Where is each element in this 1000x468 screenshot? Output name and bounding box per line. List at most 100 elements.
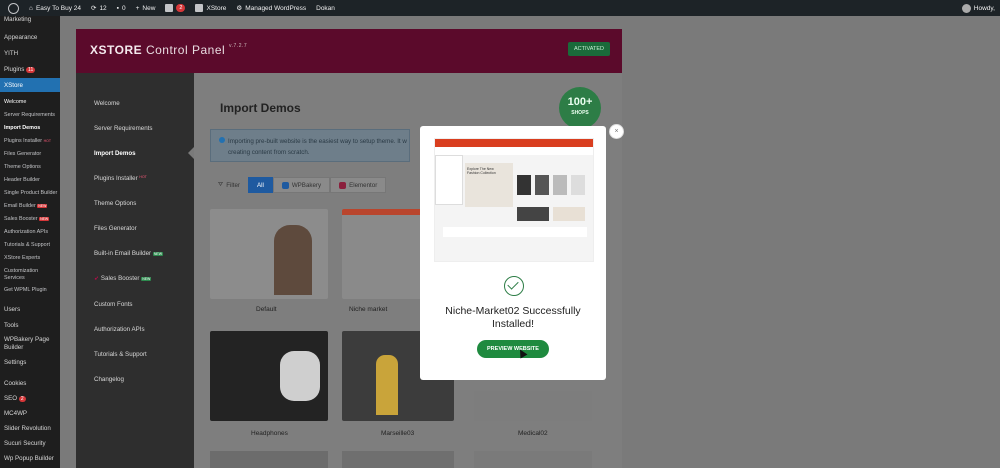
demo-label: Default [256,306,277,313]
nav-plugins-installer-label: Plugins Installer [94,175,138,182]
close-icon[interactable]: × [609,124,624,139]
sub-email-builder[interactable]: Email Builder NEW [4,203,48,209]
plugins-count: 11 [26,67,36,73]
menu-sucuri[interactable]: Sucuri Security [4,440,46,447]
info-line-2: creating content from scratch. [228,149,310,156]
site-name-menu[interactable]: ⌂ Easy To Buy 24 [24,0,86,16]
sub-theme-options[interactable]: Theme Options [4,164,41,170]
menu-mc4wp[interactable]: MC4WP [4,410,27,417]
menu-settings[interactable]: Settings [4,359,26,366]
menu-seo[interactable]: SEO 2 [4,395,26,402]
managed-wp-menu[interactable]: ⚙ Managed WordPress [231,0,311,16]
menu-appearance[interactable]: Appearance [4,34,37,41]
sub-auth-apis[interactable]: Authorization APIs [4,229,48,235]
filter-label: Filter [226,181,240,189]
menu-users[interactable]: Users [4,306,20,313]
preview-promo [553,207,585,221]
sub-welcome[interactable]: Welcome [4,99,26,105]
nav-custom-fonts[interactable]: Custom Fonts [94,301,133,308]
sub-header-builder[interactable]: Header Builder [4,177,40,183]
demo-card-headphones[interactable] [210,331,328,421]
filter-icon: ⛛ [218,181,224,188]
nav-tutorials[interactable]: Tutorials & Support [94,351,147,358]
seo-count: 2 [18,396,26,402]
menu-cookies[interactable]: Cookies [4,380,26,387]
nav-sales-booster[interactable]: ➶ Sales Booster NEW [94,275,152,282]
rocket-icon: ➶ [94,275,100,282]
new-content-menu[interactable]: + New [131,0,161,16]
nav-theme-options[interactable]: Theme Options [94,200,136,207]
sub-wpml[interactable]: Get WPML Plugin [4,287,47,293]
menu-yith[interactable]: YITH [4,50,18,57]
account-menu[interactable]: Howdy, [957,0,1000,16]
logo-bold: XSTORE [90,43,143,57]
refresh-icon: ⟳ [90,5,97,12]
dokan-menu[interactable]: Dokan [311,0,340,16]
demo-card-medical02[interactable] [474,391,592,421]
updates-menu[interactable]: ⟳ 12 [86,0,112,16]
avatar [961,3,971,13]
tab-all[interactable]: All [247,177,273,193]
version-label: v.7.2.7 [229,43,248,49]
activated-button[interactable]: ACTIVATED [567,42,610,56]
xstore-nav: Welcome Server Requirements Import Demos… [76,73,194,468]
xstore-menu[interactable]: XStore [190,0,231,16]
wordpress-icon [8,2,19,14]
nav-authorization-apis[interactable]: Authorization APIs [94,326,145,333]
tab-wpbakery[interactable]: WPBakery [272,177,331,193]
menu-wpbakery[interactable]: WPBakery Page Builder [4,336,58,352]
demo-thumbnail [210,209,328,299]
tab-elementor[interactable]: Elementor [330,177,387,193]
sub-customization[interactable]: Customization Services [4,268,58,282]
model-image [376,355,398,415]
nav-email-builder[interactable]: Built-in Email Builder NEW [94,250,163,257]
demo-card-default[interactable] [210,209,328,299]
nav-email-builder-label: Built-in Email Builder [94,250,152,257]
preview-product [571,175,585,195]
hot-tag: HOT [43,139,51,143]
menu-xstore[interactable]: XStore [4,82,23,89]
comments-count: 0 [121,4,126,12]
woo-menu[interactable]: 2 [160,0,190,16]
menu-marketing[interactable]: Marketing [4,16,31,23]
site-header-strip [342,209,432,215]
demo-card-niche-market[interactable] [342,209,432,299]
sub-files-generator[interactable]: Files Generator [4,151,41,157]
menu-plugins[interactable]: Plugins 11 [4,66,36,73]
preview-website-button[interactable]: PREVIEW WEBSITE [477,340,549,358]
logo-rest: Control Panel [142,43,226,57]
demo-card-partial[interactable] [342,451,454,468]
admin-menu: Marketing Appearance YITH Plugins 11 XSt… [0,16,60,468]
sub-server-req[interactable]: Server Requirements [4,112,55,118]
sub-experts[interactable]: XStore Experts [4,255,40,261]
sub-import-demos[interactable]: Import Demos [4,125,40,131]
nav-server-requirements[interactable]: Server Requirements [94,125,152,132]
nav-import-demos[interactable]: Import Demos [94,150,136,157]
new-tag: NEW [37,204,48,208]
nav-welcome[interactable]: Welcome [94,100,120,107]
nav-sales-booster-label: Sales Booster [100,275,140,282]
comment-icon: ▪ [116,4,119,12]
demo-card-partial[interactable] [474,451,592,468]
demo-label: Marseille03 [381,430,415,437]
comments-menu[interactable]: ▪ 0 [112,0,131,16]
sub-sales-booster[interactable]: Sales Booster NEW [4,216,50,222]
demo-label: Headphones [251,430,288,437]
preview-product [553,175,567,195]
wp-logo-menu[interactable] [0,0,24,16]
sub-single-product[interactable]: Single Product Builder [4,190,57,196]
new-label: New [142,4,156,12]
nav-changelog[interactable]: Changelog [94,376,124,383]
menu-slider-revolution[interactable]: Slider Revolution [4,425,51,432]
menu-tools[interactable]: Tools [4,322,18,329]
success-modal: Explore The New Fashion Collection Niche… [420,126,606,380]
demo-card-partial[interactable] [210,451,328,468]
sub-tutorials[interactable]: Tutorials & Support [4,242,50,248]
filter-button[interactable]: ⛛ Filter [210,177,248,193]
nav-plugins-installer[interactable]: Plugins Installer HOT [94,175,147,182]
badge-sub: SHOPS [571,110,589,116]
nav-files-generator[interactable]: Files Generator [94,225,137,232]
dokan-label: Dokan [316,4,335,12]
sub-plugins-installer[interactable]: Plugins Installer HOT [4,138,51,144]
menu-wp-popup[interactable]: Wp Popup Builder [4,455,54,462]
